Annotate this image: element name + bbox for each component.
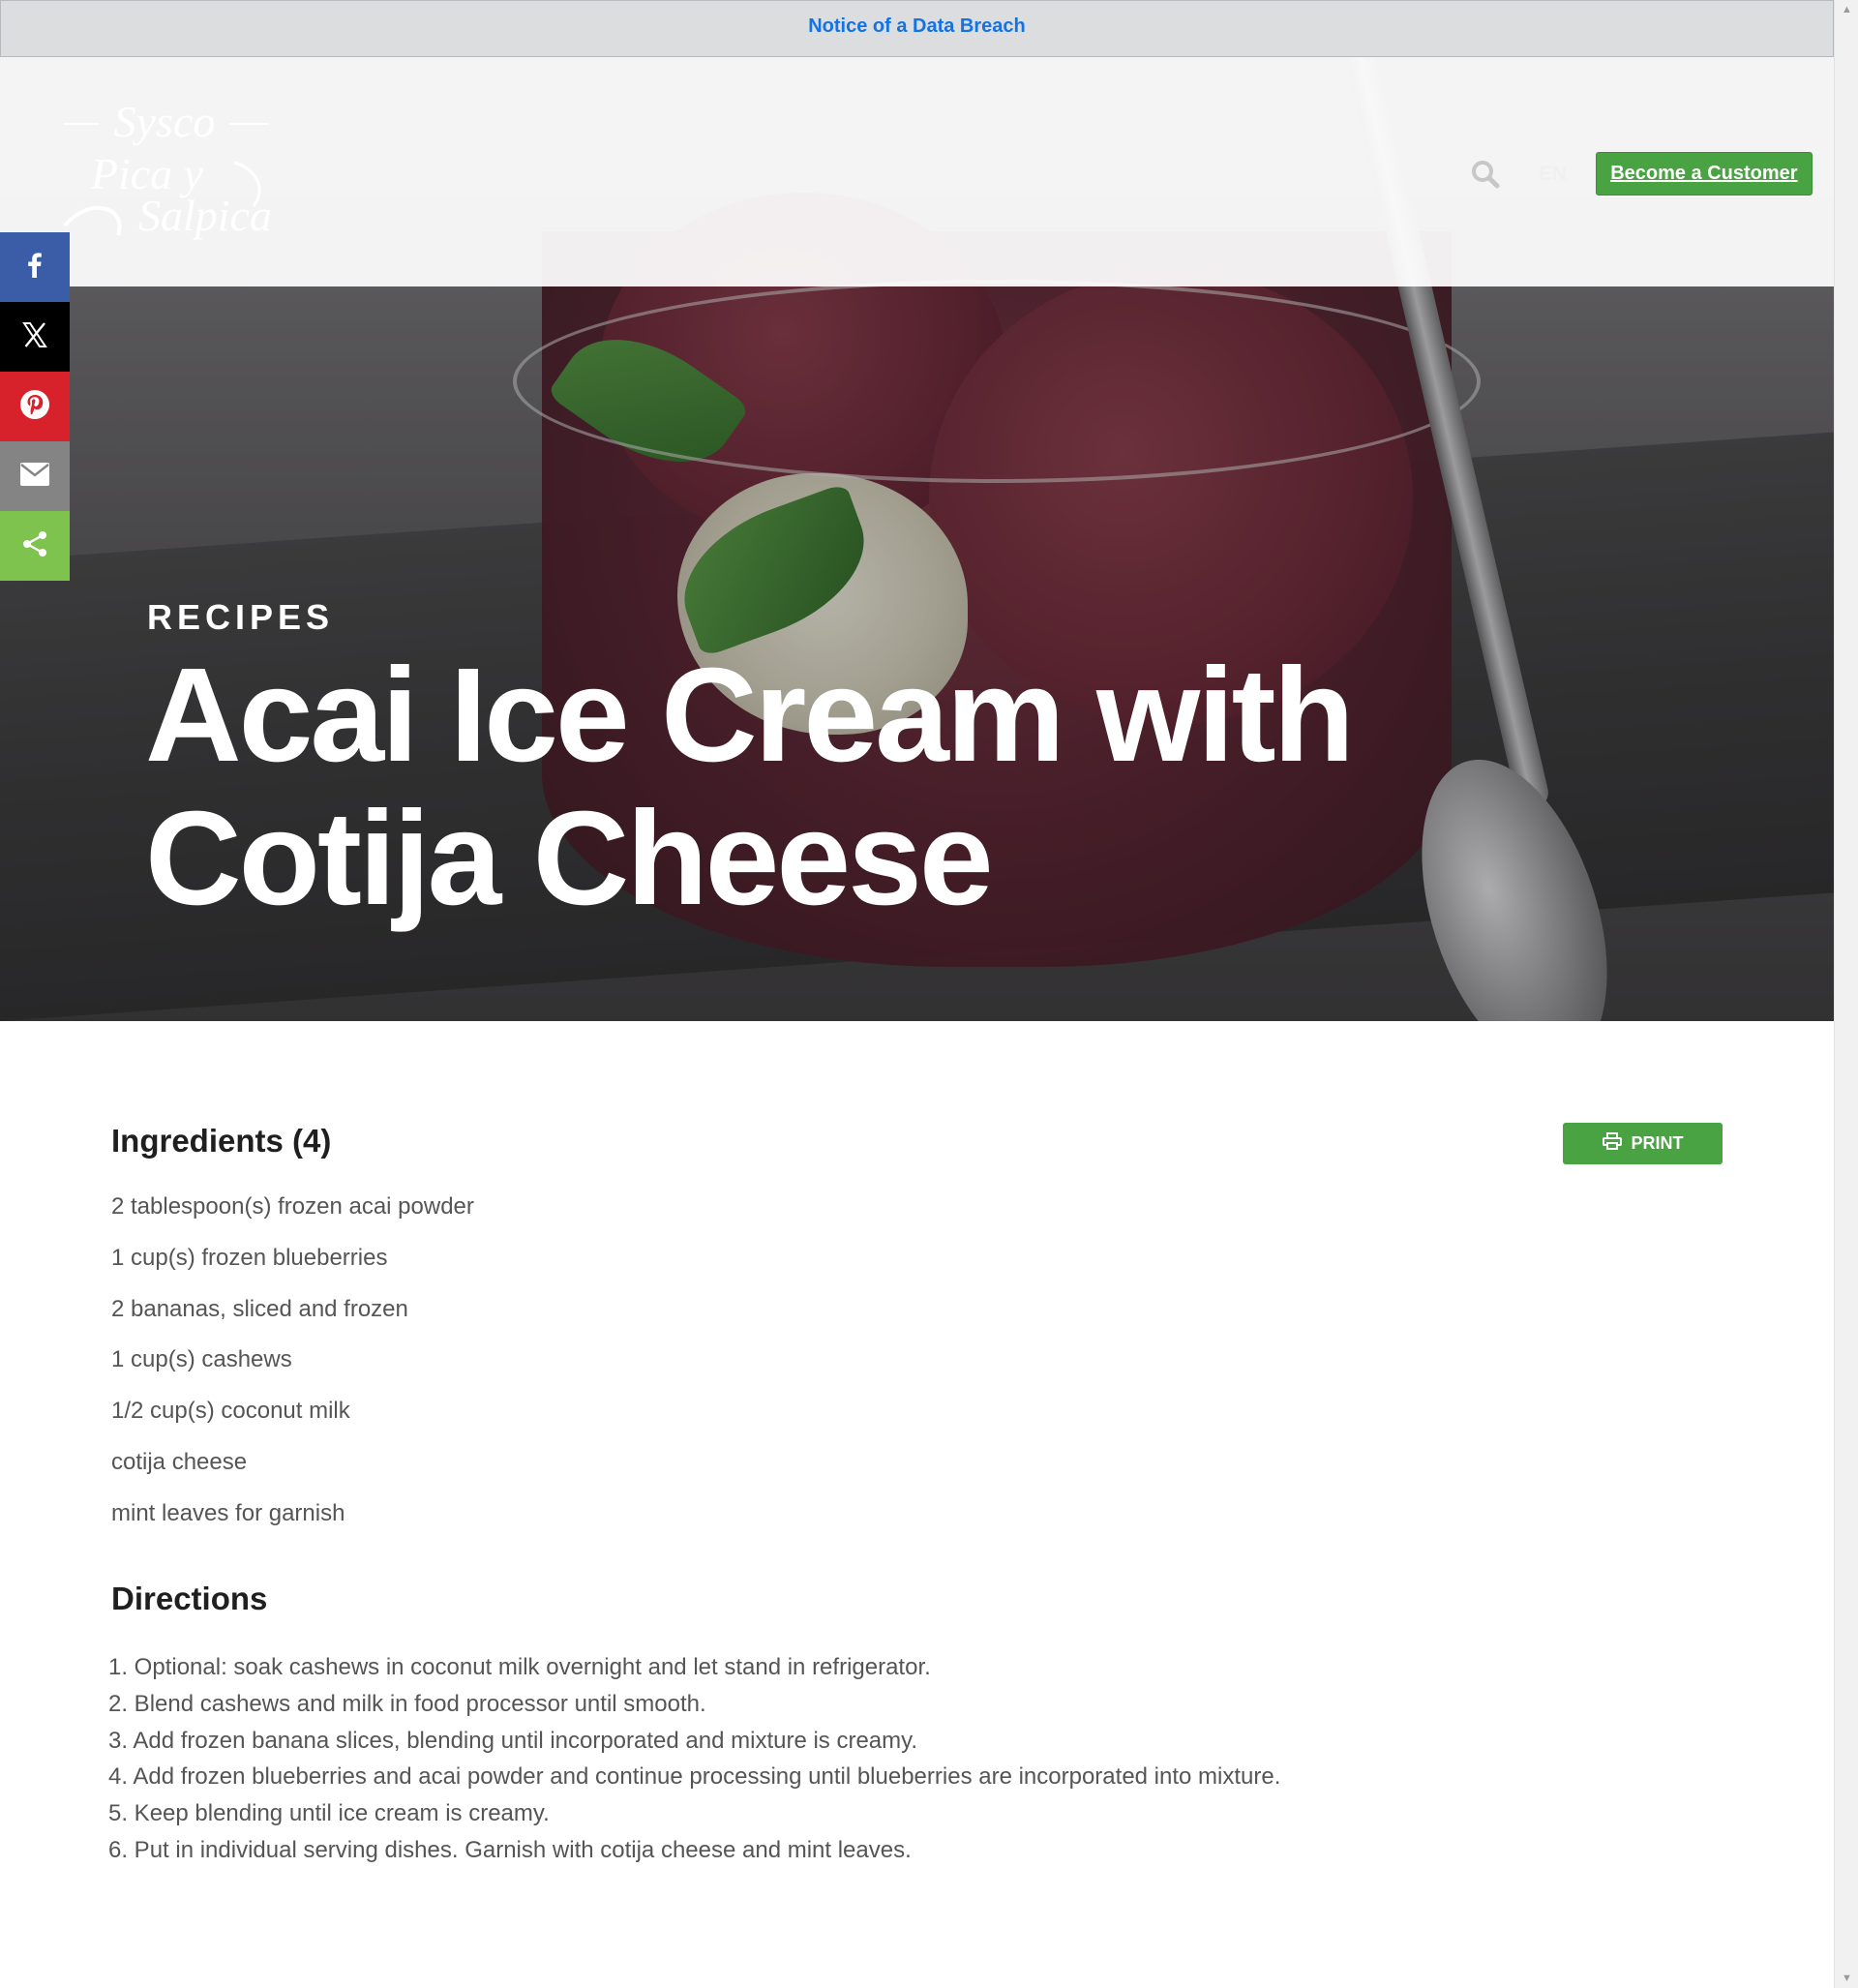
site-header: Sysco Pica y Salpica Tips and Trends Rec… bbox=[0, 57, 1834, 286]
social-share-bar bbox=[0, 232, 70, 581]
list-item: 2 bananas, sliced and frozen bbox=[111, 1295, 408, 1322]
printer-icon bbox=[1602, 1132, 1622, 1155]
scroll-thumb[interactable] bbox=[1840, 21, 1853, 1918]
ingredients-list: 2 tablespoon(s) frozen acai powder 1 cup… bbox=[111, 1192, 474, 1551]
scroll-up-arrow-icon[interactable]: ▲ bbox=[1835, 0, 1858, 19]
nav-recipes[interactable]: Recipes bbox=[519, 162, 597, 185]
ingredients-heading: Ingredients (4) bbox=[111, 1123, 332, 1159]
direction-step: 3. Add frozen banana slices, blending un… bbox=[108, 1727, 918, 1754]
logo-graphic: Sysco Pica y Salpica bbox=[63, 97, 272, 240]
direction-step: 5. Keep blending until ice cream is crea… bbox=[108, 1800, 550, 1827]
main-nav: Tips and Trends Recipes Products Privacy bbox=[326, 162, 830, 185]
page: Notice of a Data Breach Sysco Pica y Sal… bbox=[0, 0, 1858, 1988]
directions-list: 1. Optional: soak cashews in coconut mil… bbox=[108, 1653, 1280, 1873]
facebook-icon bbox=[20, 251, 49, 285]
direction-step: 4. Add frozen blueberries and acai powde… bbox=[108, 1763, 1281, 1791]
email-share-button[interactable] bbox=[0, 441, 70, 511]
header-actions: EN Become a Customer bbox=[1471, 152, 1813, 196]
sysco-pica-y-salpica-logo[interactable]: Sysco Pica y Salpica bbox=[60, 97, 281, 245]
search-icon[interactable] bbox=[1471, 160, 1500, 189]
notice-bar: Notice of a Data Breach bbox=[0, 0, 1834, 57]
page-title: Acai Ice Cream with Cotija Cheese bbox=[145, 641, 1355, 933]
list-item: mint leaves for garnish bbox=[111, 1499, 345, 1526]
pinterest-icon bbox=[18, 388, 51, 426]
list-item: 1/2 cup(s) coconut milk bbox=[111, 1398, 350, 1425]
hero-category: RECIPES bbox=[147, 597, 335, 637]
nav-tips-and-trends[interactable]: Tips and Trends bbox=[326, 162, 482, 185]
scroll-down-arrow-icon[interactable]: ▼ bbox=[1835, 1969, 1858, 1988]
language-selector[interactable]: EN bbox=[1539, 163, 1567, 186]
direction-step: 6. Put in individual serving dishes. Gar… bbox=[108, 1836, 912, 1863]
list-item: 1 cup(s) cashews bbox=[111, 1346, 292, 1373]
direction-step: 1. Optional: soak cashews in coconut mil… bbox=[108, 1654, 931, 1680]
direction-step: 2. Blend cashews and milk in food proces… bbox=[108, 1690, 706, 1717]
nav-products[interactable]: Products bbox=[633, 162, 721, 185]
print-label: PRINT bbox=[1631, 1133, 1684, 1153]
svg-text:Salpica: Salpica bbox=[138, 191, 272, 240]
facebook-share-button[interactable] bbox=[0, 232, 70, 302]
list-item: cotija cheese bbox=[111, 1448, 248, 1475]
list-item: 2 tablespoon(s) frozen acai powder bbox=[111, 1193, 474, 1220]
become-customer-button[interactable]: Become a Customer bbox=[1596, 152, 1813, 196]
print-button[interactable]: PRINT bbox=[1563, 1123, 1723, 1164]
share-icon bbox=[20, 529, 49, 563]
svg-text:Sysco: Sysco bbox=[114, 100, 216, 146]
share-button[interactable] bbox=[0, 511, 70, 581]
notice-link[interactable]: Notice of a Data Breach bbox=[808, 15, 1026, 38]
content-column: Notice of a Data Breach Sysco Pica y Sal… bbox=[0, 0, 1834, 1988]
email-icon bbox=[19, 462, 50, 492]
pinterest-share-button[interactable] bbox=[0, 372, 70, 441]
x-icon bbox=[20, 320, 49, 354]
nav-privacy[interactable]: Privacy bbox=[758, 162, 830, 185]
directions-heading: Directions bbox=[111, 1581, 268, 1616]
list-item: 1 cup(s) frozen blueberries bbox=[111, 1244, 388, 1271]
page-scrollbar[interactable]: ▲ ▼ bbox=[1834, 0, 1858, 1988]
x-share-button[interactable] bbox=[0, 302, 70, 372]
